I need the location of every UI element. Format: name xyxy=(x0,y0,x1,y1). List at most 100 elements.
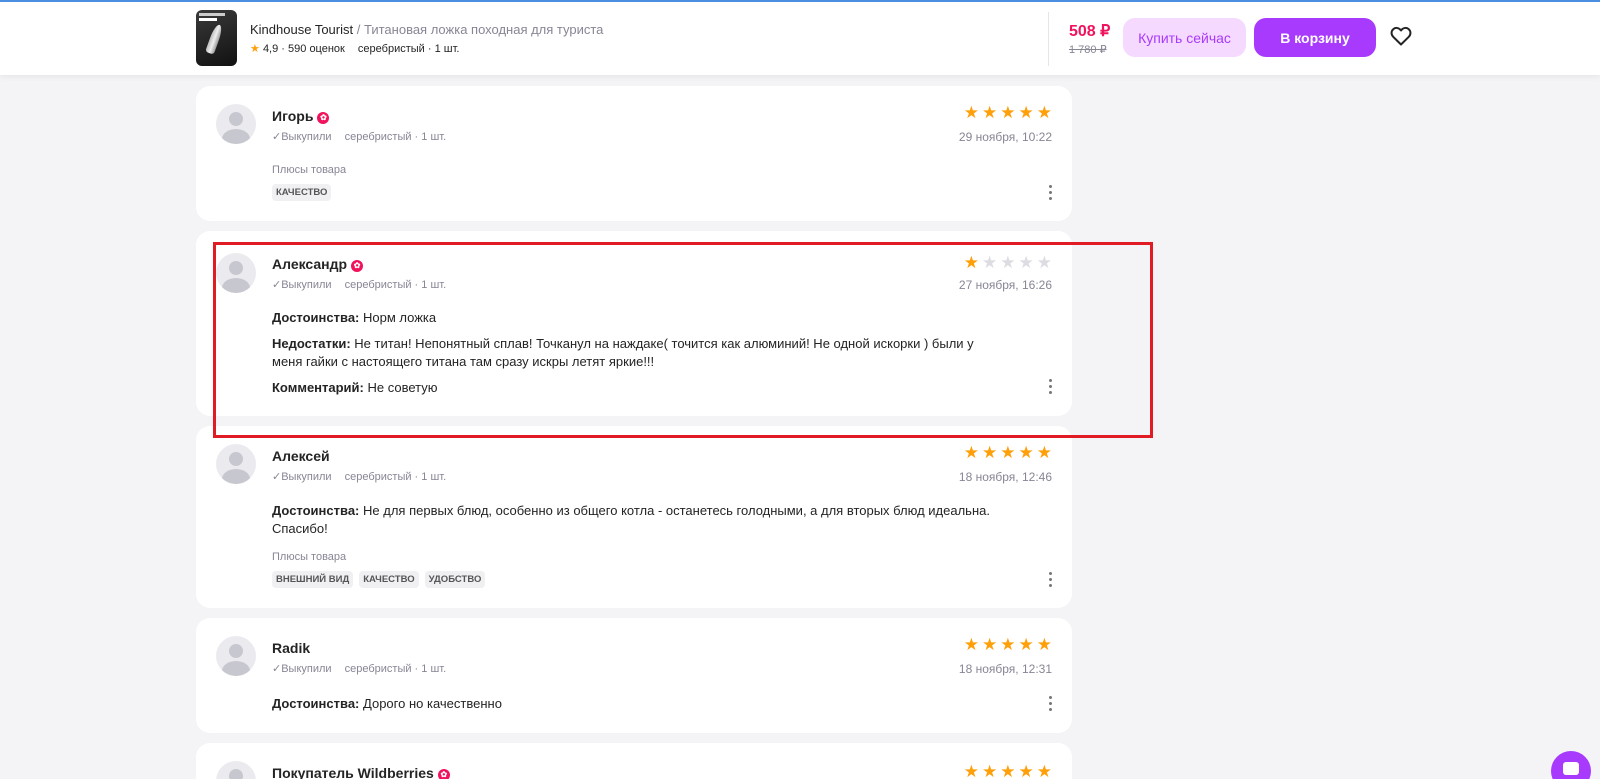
buy-now-button[interactable]: Купить сейчас xyxy=(1123,18,1246,57)
star-icon: ★ xyxy=(1018,762,1034,779)
cons-label: Недостатки: xyxy=(272,336,351,351)
purchase-info: ✓Выкупили серебристый · 1 шт. xyxy=(272,130,446,143)
meta-dot: · xyxy=(281,43,285,55)
avatar-icon xyxy=(216,636,256,676)
review-variant: серебристый · 1 шт. xyxy=(344,663,447,675)
star-icon: ★ xyxy=(982,762,998,779)
comment-text: Не советую xyxy=(367,380,438,395)
star-icon: ★ xyxy=(250,43,260,55)
reviewer-name-text: Покупатель Wildberries xyxy=(272,765,434,779)
review-card: Александр ✿ ✓Выкупили серебристый · 1 шт.… xyxy=(196,231,1072,416)
star-icon: ★ xyxy=(1036,103,1052,122)
current-price: 508 ₽ xyxy=(1069,23,1111,40)
badge-icon: ✿ xyxy=(437,769,450,779)
star-icon: ★ xyxy=(1018,443,1034,462)
heart-icon[interactable] xyxy=(1389,24,1413,48)
tag: УДОБСТВО xyxy=(424,571,486,588)
reviewer-name: Покупатель Wildberries ✿ xyxy=(272,765,450,779)
star-icon: ★ xyxy=(1000,762,1016,779)
review-date: 18 ноября, 12:46 xyxy=(958,470,1052,484)
chat-button[interactable] xyxy=(1551,751,1591,779)
add-to-cart-button[interactable]: В корзину xyxy=(1254,18,1376,57)
more-icon[interactable] xyxy=(1046,572,1054,587)
star-icon: ★ xyxy=(1036,762,1052,779)
cons-text: Не титан! Непонятный сплав! Точканул на … xyxy=(272,336,974,369)
review-cons: Недостатки: Не титан! Непонятный сплав! … xyxy=(272,335,992,371)
brand-name[interactable]: Kindhouse Tourist xyxy=(250,22,353,37)
review-pros: Достоинства: Дорого но качественно xyxy=(272,695,992,713)
reviewer-name: Radik xyxy=(272,640,310,656)
star-icon: ★ xyxy=(1018,103,1034,122)
pros-tags: ВНЕШНИЙ ВИД КАЧЕСТВО УДОБСТВО xyxy=(272,571,486,588)
pros-label: Достоинства: xyxy=(272,310,360,325)
review-rating: ★ ★ ★ ★ ★ xyxy=(964,444,1052,461)
review-rating: ★ ★ ★ ★ ★ xyxy=(964,763,1052,779)
pros-text: Норм ложка xyxy=(363,310,437,325)
product-name: Титановая ложка походная для туриста xyxy=(363,22,604,37)
review-card: Radik ✓Выкупили серебристый · 1 шт. ★ ★ ★ ★… xyxy=(196,618,1072,733)
more-icon[interactable] xyxy=(1046,185,1054,200)
badge-icon: ✿ xyxy=(351,260,364,272)
review-card: Алексей ✓Выкупили серебристый · 1 шт. ★ ★… xyxy=(196,426,1072,608)
avatar-icon xyxy=(216,444,256,484)
more-icon[interactable] xyxy=(1046,379,1054,394)
pros-tags-title: Плюсы товара xyxy=(272,164,347,176)
comment-label: Комментарий: xyxy=(272,380,364,395)
star-icon: ★ xyxy=(1036,443,1052,462)
tag: КАЧЕСТВО xyxy=(359,571,419,588)
bought-status: ✓Выкупили xyxy=(272,131,332,143)
reviewer-name-text: Игорь xyxy=(272,108,314,124)
star-icon: ★ xyxy=(963,762,979,779)
star-icon: ★ xyxy=(963,443,979,462)
reviewer-name: Алексей xyxy=(272,448,330,464)
review-pros: Достоинства: Не для первых блюд, особенн… xyxy=(272,502,992,538)
chat-icon xyxy=(1563,762,1579,775)
star-icon: ★ xyxy=(1000,253,1016,272)
purchase-info: ✓Выкупили серебристый · 1 шт. xyxy=(272,278,446,291)
star-icon: ★ xyxy=(982,635,998,654)
star-icon: ★ xyxy=(963,635,979,654)
title-separator: / xyxy=(356,22,361,37)
star-icon: ★ xyxy=(982,443,998,462)
star-icon: ★ xyxy=(1036,635,1052,654)
product-thumbnail[interactable] xyxy=(196,10,237,66)
purchase-info: ✓Выкупили серебристый · 1 шт. xyxy=(272,662,446,675)
star-icon: ★ xyxy=(1036,253,1052,272)
more-icon[interactable] xyxy=(1046,696,1054,711)
product-variant: серебристый · 1 шт. xyxy=(357,43,460,55)
avatar-icon xyxy=(216,104,256,144)
reviewer-name: Игорь ✿ xyxy=(272,108,330,124)
reviews-count[interactable]: 590 оценок xyxy=(288,43,345,55)
spoon-image xyxy=(205,23,224,55)
sticky-product-header: Kindhouse Tourist / Титановая ложка похо… xyxy=(0,2,1600,75)
bought-status: ✓Выкупили xyxy=(272,471,332,483)
old-price: 1 780 ₽ xyxy=(1069,44,1107,56)
product-meta: ★ 4,9 · 590 оценок серебристый · 1 шт. xyxy=(250,42,459,55)
reviewer-name-text: Radik xyxy=(272,640,311,656)
product-rating: 4,9 xyxy=(262,43,279,55)
review-variant: серебристый · 1 шт. xyxy=(344,279,447,291)
thumbnail-label-bar xyxy=(199,13,225,16)
header-divider xyxy=(1048,12,1049,66)
review-date: 27 ноября, 16:26 xyxy=(958,278,1052,292)
avatar-icon xyxy=(216,253,256,293)
product-title[interactable]: Kindhouse Tourist / Титановая ложка похо… xyxy=(250,22,603,37)
star-icon: ★ xyxy=(1018,635,1034,654)
pros-text: Дорого но качественно xyxy=(363,696,502,711)
review-rating: ★ ★ ★ ★ ★ xyxy=(964,636,1052,653)
star-icon: ★ xyxy=(982,253,998,272)
star-icon: ★ xyxy=(1000,443,1016,462)
review-card: Покупатель Wildberries ✿ ★ ★ ★ ★ ★ xyxy=(196,743,1072,779)
pros-label: Достоинства: xyxy=(272,503,360,518)
review-date: 29 ноября, 10:22 xyxy=(958,130,1052,144)
avatar-icon xyxy=(216,761,256,779)
bought-status: ✓Выкупили xyxy=(272,663,332,675)
review-date: 18 ноября, 12:31 xyxy=(958,662,1052,676)
star-icon: ★ xyxy=(982,103,998,122)
thumbnail-label-bar xyxy=(199,18,217,21)
star-icon: ★ xyxy=(1000,635,1016,654)
star-icon: ★ xyxy=(963,253,979,272)
review-rating: ★ ★ ★ ★ ★ xyxy=(964,104,1052,121)
review-rating: ★ ★ ★ ★ ★ xyxy=(964,254,1052,271)
star-icon: ★ xyxy=(1018,253,1034,272)
